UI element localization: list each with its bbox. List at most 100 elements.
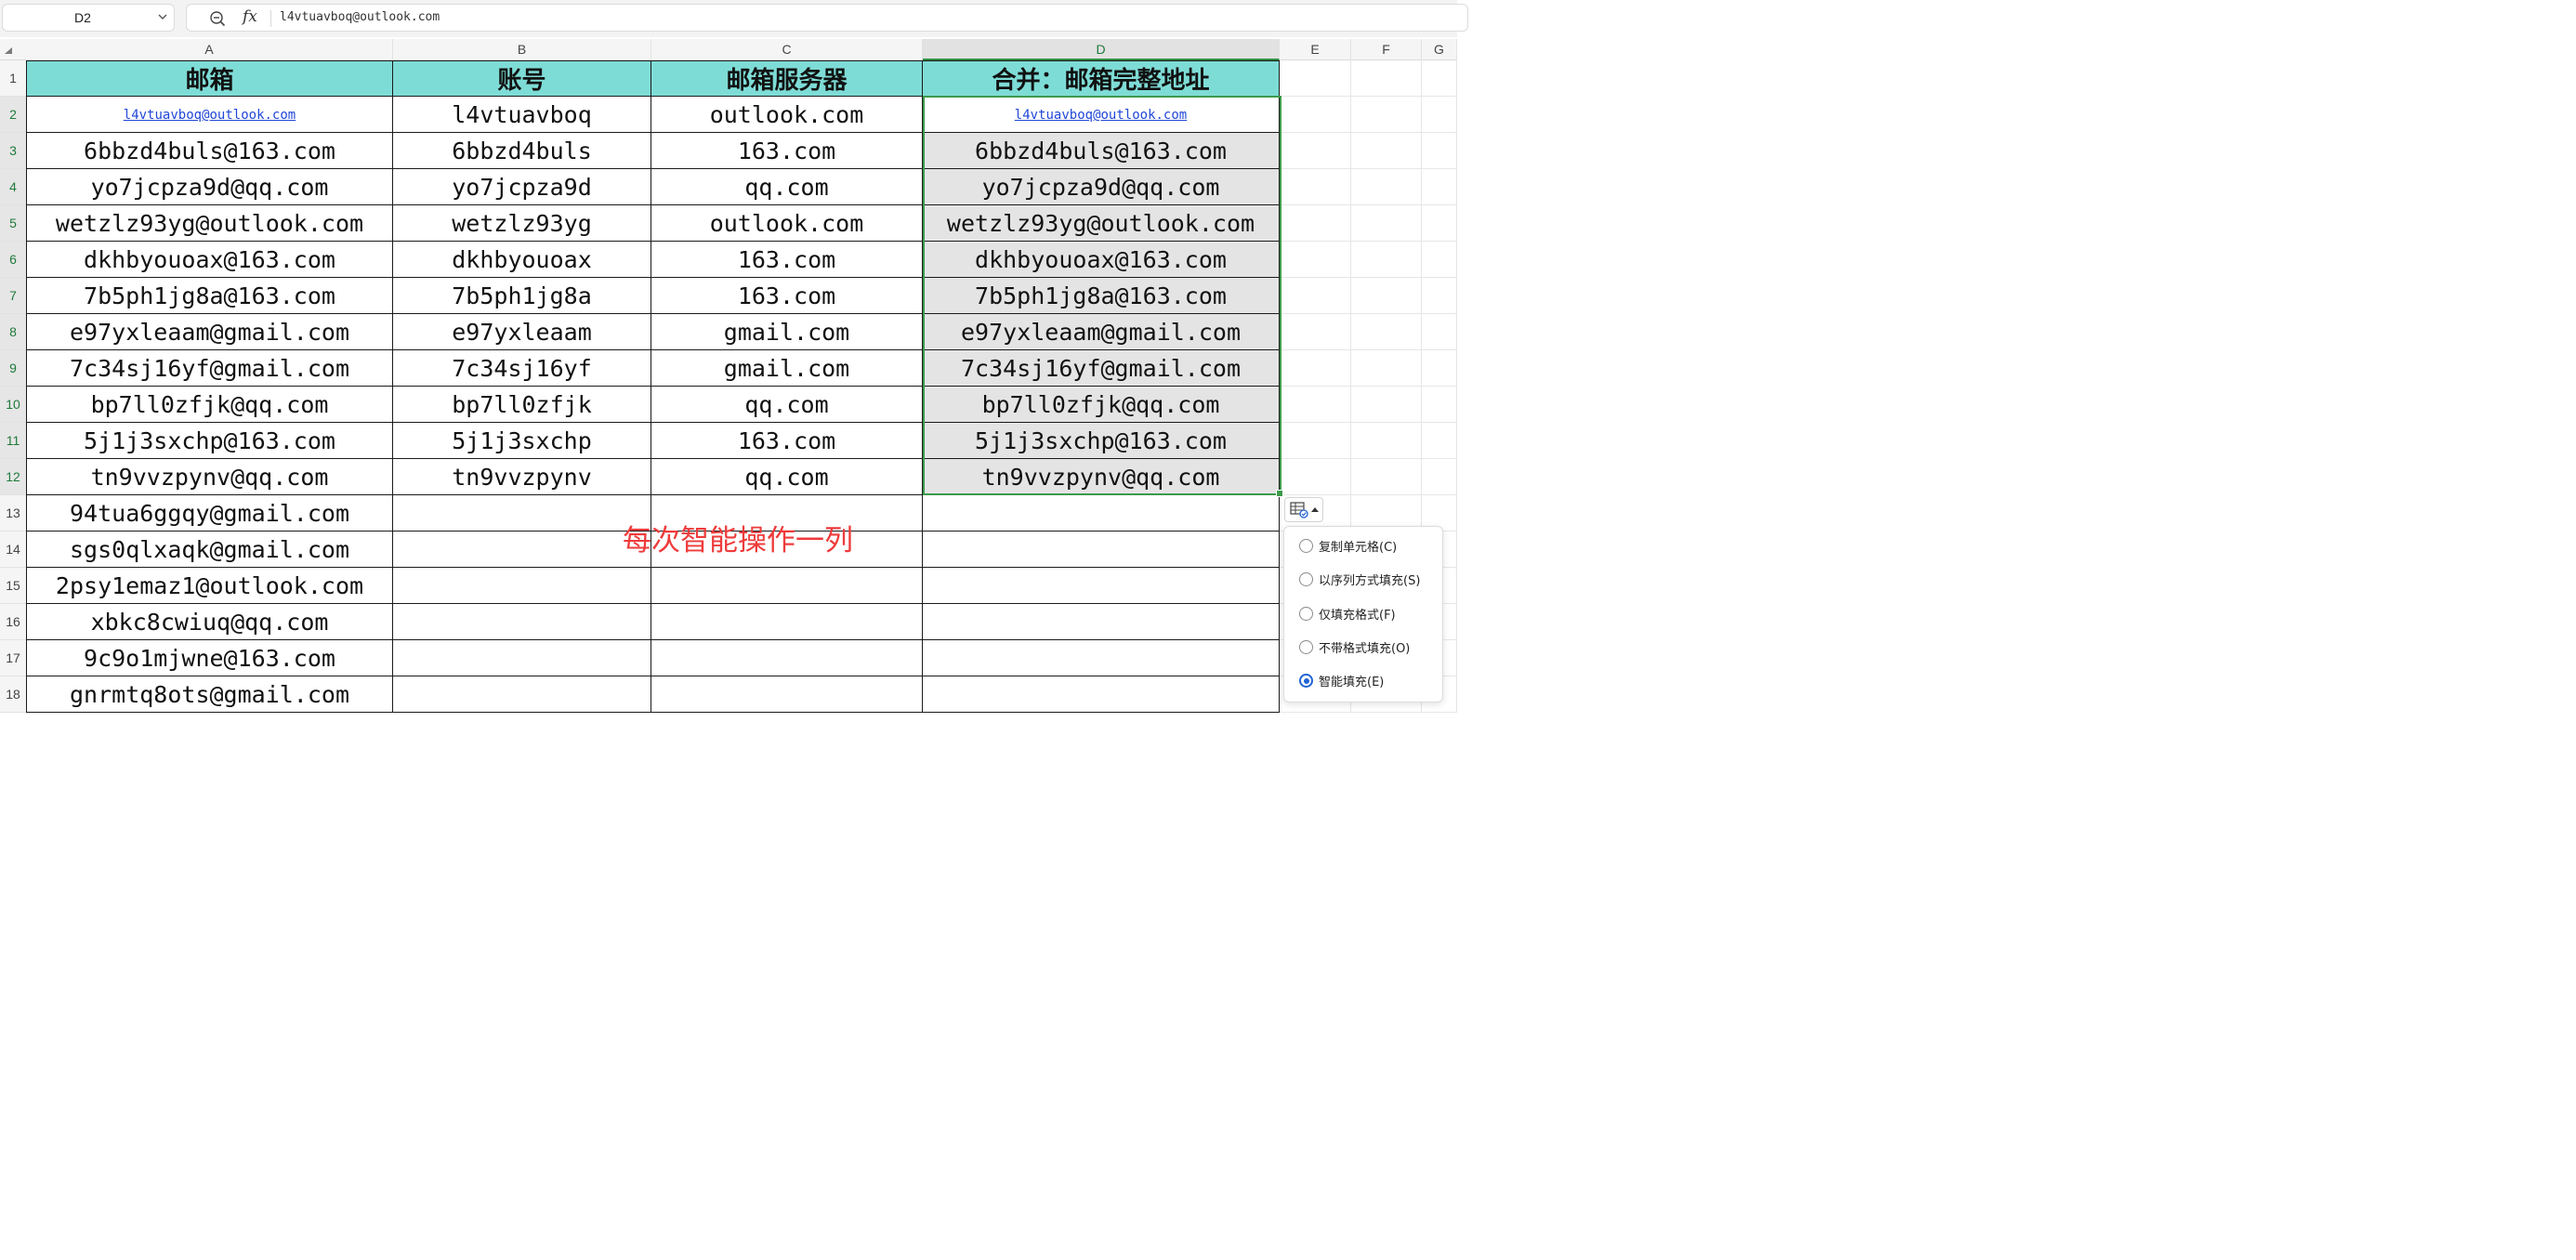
cell-b8[interactable]: e97yxleaam <box>393 314 651 350</box>
cell-b11[interactable]: 5j1j3sxchp <box>393 423 651 459</box>
autofill-option-2[interactable]: 以序列方式填充(S) <box>1284 565 1444 593</box>
row-header-9[interactable]: 9 <box>0 350 26 387</box>
cell-d8[interactable]: e97yxleaam@gmail.com <box>923 314 1280 350</box>
row-header-3[interactable]: 3 <box>0 133 26 169</box>
column-header-c[interactable]: C <box>651 39 923 60</box>
row-header-4[interactable]: 4 <box>0 169 26 205</box>
cell-a10[interactable]: bp7ll0zfjk@qq.com <box>26 387 393 423</box>
cell-b5[interactable]: wetzlz93yg <box>393 205 651 242</box>
cell-b7[interactable]: 7b5ph1jg8a <box>393 278 651 314</box>
fx-icon[interactable]: fx <box>243 7 257 26</box>
cell-c7[interactable]: 163.com <box>651 278 923 314</box>
cell-b18[interactable] <box>393 676 651 713</box>
autofill-option-4[interactable]: 不带格式填充(O) <box>1284 633 1444 661</box>
cell-d9[interactable]: 7c34sj16yf@gmail.com <box>923 350 1280 387</box>
cell-a6[interactable]: dkhbyouoax@163.com <box>26 242 393 278</box>
cell-d17[interactable] <box>923 640 1280 676</box>
fill-handle[interactable] <box>1276 490 1283 497</box>
cell-c8[interactable]: gmail.com <box>651 314 923 350</box>
cell-d5[interactable]: wetzlz93yg@outlook.com <box>923 205 1280 242</box>
cell-d18[interactable] <box>923 676 1280 713</box>
cell-c4[interactable]: qq.com <box>651 169 923 205</box>
cell-d12[interactable]: tn9vvzpynv@qq.com <box>923 459 1280 495</box>
cell-c5[interactable]: outlook.com <box>651 205 923 242</box>
row-header-5[interactable]: 5 <box>0 205 26 242</box>
autofill-option-1[interactable]: 复制单元格(C) <box>1284 532 1444 559</box>
cell-a4[interactable]: yo7jcpza9d@qq.com <box>26 169 393 205</box>
cell-d13[interactable] <box>923 495 1280 532</box>
cell-d10[interactable]: bp7ll0zfjk@qq.com <box>923 387 1280 423</box>
cell-c18[interactable] <box>651 676 923 713</box>
cell-b17[interactable] <box>393 640 651 676</box>
cell-a8[interactable]: e97yxleaam@gmail.com <box>26 314 393 350</box>
cell-d4[interactable]: yo7jcpza9d@qq.com <box>923 169 1280 205</box>
cell-c11[interactable]: 163.com <box>651 423 923 459</box>
cell-c9[interactable]: gmail.com <box>651 350 923 387</box>
row-header-12[interactable]: 12 <box>0 459 26 495</box>
cell-b6[interactable]: dkhbyouoax <box>393 242 651 278</box>
cell-a7[interactable]: 7b5ph1jg8a@163.com <box>26 278 393 314</box>
cell-a2[interactable]: l4vtuavboq@outlook.com <box>26 97 393 133</box>
select-all-corner[interactable] <box>5 47 12 54</box>
cell-a18[interactable]: gnrmtq8ots@gmail.com <box>26 676 393 713</box>
column-header-f[interactable]: F <box>1351 39 1422 60</box>
row-header-13[interactable]: 13 <box>0 495 26 532</box>
autofill-option-3[interactable]: 仅填充格式(F) <box>1284 599 1444 627</box>
cell-a5[interactable]: wetzlz93yg@outlook.com <box>26 205 393 242</box>
autofill-option-5[interactable]: 智能填充(E) <box>1284 666 1444 694</box>
row-header-11[interactable]: 11 <box>0 423 26 459</box>
cell-a13[interactable]: 94tua6ggqy@gmail.com <box>26 495 393 532</box>
formula-text[interactable]: l4vtuavboq@outlook.com <box>280 10 440 24</box>
cell-a1[interactable]: 邮箱 <box>26 60 393 97</box>
row-header-16[interactable]: 16 <box>0 604 26 640</box>
cell-d15[interactable] <box>923 568 1280 604</box>
cell-a16[interactable]: xbkc8cwiuq@qq.com <box>26 604 393 640</box>
cell-b1[interactable]: 账号 <box>393 60 651 97</box>
cell-b3[interactable]: 6bbzd4buls <box>393 133 651 169</box>
cell-c16[interactable] <box>651 604 923 640</box>
row-header-14[interactable]: 14 <box>0 532 26 568</box>
chevron-down-icon[interactable] <box>157 11 168 22</box>
cell-a17[interactable]: 9c9o1mjwne@163.com <box>26 640 393 676</box>
zoom-out-icon[interactable] <box>209 10 226 27</box>
row-header-2[interactable]: 2 <box>0 97 26 133</box>
cell-d3[interactable]: 6bbzd4buls@163.com <box>923 133 1280 169</box>
column-header-g[interactable]: G <box>1422 39 1457 60</box>
cell-c1[interactable]: 邮箱服务器 <box>651 60 923 97</box>
cell-d1[interactable]: 合并：邮箱完整地址 <box>923 60 1280 97</box>
cell-c12[interactable]: qq.com <box>651 459 923 495</box>
radio-button[interactable] <box>1299 639 1313 654</box>
cell-b10[interactable]: bp7ll0zfjk <box>393 387 651 423</box>
cell-d7[interactable]: 7b5ph1jg8a@163.com <box>923 278 1280 314</box>
cell-c3[interactable]: 163.com <box>651 133 923 169</box>
cell-a15[interactable]: 2psy1emaz1@outlook.com <box>26 568 393 604</box>
cell-a14[interactable]: sgs0qlxaqk@gmail.com <box>26 532 393 568</box>
cell-b16[interactable] <box>393 604 651 640</box>
row-header-17[interactable]: 17 <box>0 640 26 676</box>
cell-a3[interactable]: 6bbzd4buls@163.com <box>26 133 393 169</box>
cell-d16[interactable] <box>923 604 1280 640</box>
row-header-6[interactable]: 6 <box>0 242 26 278</box>
row-header-8[interactable]: 8 <box>0 314 26 350</box>
cell-b14[interactable] <box>393 532 651 568</box>
cell-a12[interactable]: tn9vvzpynv@qq.com <box>26 459 393 495</box>
autofill-options-button[interactable] <box>1284 497 1323 522</box>
radio-button[interactable] <box>1299 606 1313 621</box>
cell-b12[interactable]: tn9vvzpynv <box>393 459 651 495</box>
formula-input[interactable]: fx l4vtuavboq@outlook.com <box>186 4 1468 32</box>
row-header-1[interactable]: 1 <box>0 60 26 97</box>
cell-d11[interactable]: 5j1j3sxchp@163.com <box>923 423 1280 459</box>
cell-d14[interactable] <box>923 532 1280 568</box>
cell-c17[interactable] <box>651 640 923 676</box>
row-header-18[interactable]: 18 <box>0 676 26 713</box>
radio-button[interactable] <box>1299 539 1313 553</box>
radio-button[interactable] <box>1299 572 1313 587</box>
name-box[interactable]: D2 <box>2 4 175 32</box>
column-header-d[interactable]: D <box>923 39 1280 60</box>
row-header-10[interactable]: 10 <box>0 387 26 423</box>
column-header-b[interactable]: B <box>393 39 651 60</box>
cell-a9[interactable]: 7c34sj16yf@gmail.com <box>26 350 393 387</box>
cell-b13[interactable] <box>393 495 651 532</box>
radio-button[interactable] <box>1299 674 1313 689</box>
cell-c2[interactable]: outlook.com <box>651 97 923 133</box>
